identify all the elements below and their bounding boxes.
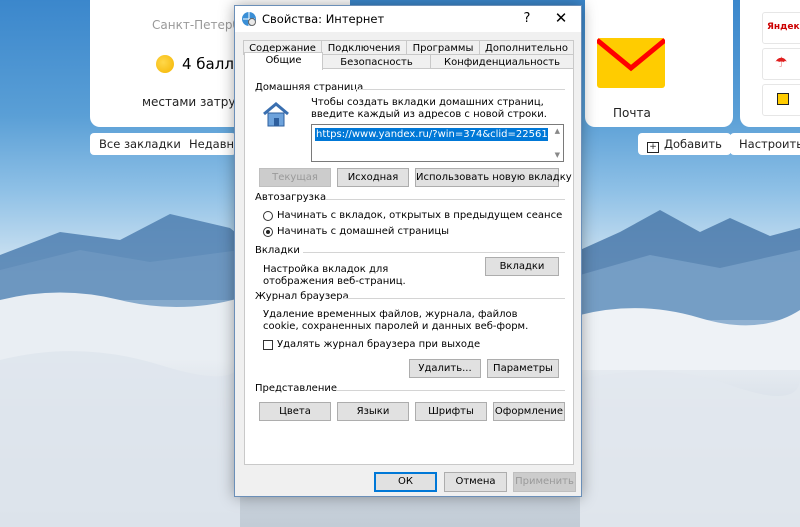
languages-button[interactable]: Языки: [337, 402, 409, 421]
tabs-button[interactable]: Вкладки: [485, 257, 559, 276]
tab-programs[interactable]: Программы: [406, 40, 480, 55]
internet-options-dialog: Свойства: Интернет ? ✕ Содержание Подклю…: [234, 5, 582, 497]
history-group-title: Журнал браузера: [255, 291, 349, 302]
recent-button[interactable]: Недавно: [180, 133, 236, 155]
internet-options-icon: [242, 12, 256, 26]
divider: [325, 199, 565, 200]
history-description: Удаление временных файлов, журнала, файл…: [263, 309, 529, 332]
scroll-up-icon[interactable]: ▲: [555, 127, 560, 135]
delete-history-on-exit-label: Удалять журнал браузера при выходе: [277, 339, 481, 350]
yandex-shortcut[interactable]: Яндекс: [762, 12, 800, 44]
ok-button[interactable]: ОК: [374, 472, 437, 492]
yandex-logo-text: Яндекс: [767, 22, 800, 32]
add-label: Добавить: [664, 137, 722, 151]
accessibility-button[interactable]: Оформление: [493, 402, 565, 421]
cancel-button[interactable]: Отмена: [444, 472, 507, 492]
divider: [353, 89, 565, 90]
dialog-title: Свойства: Интернет: [262, 12, 385, 26]
tab-privacy[interactable]: Конфиденциальность: [430, 54, 574, 69]
divider: [337, 390, 565, 391]
all-bookmarks-button[interactable]: Все закладки: [90, 133, 190, 155]
divider: [343, 298, 565, 299]
umbrella-icon: ☂: [775, 55, 788, 71]
home-page-description: Чтобы создать вкладки домашних страниц, …: [311, 97, 547, 120]
home-page-group-title: Домашняя страница: [255, 82, 364, 93]
home-page-url-field[interactable]: https://www.yandex.ru/?win=374&clid=2256…: [311, 124, 564, 162]
startup-home-page-radio[interactable]: [263, 227, 273, 237]
scroll-down-icon[interactable]: ▼: [555, 151, 560, 159]
startup-group-title: Автозагрузка: [255, 192, 327, 203]
startup-option-1-label: Начинать с вкладок, открытых в предыдуще…: [277, 210, 563, 221]
appearance-group-title: Представление: [255, 383, 338, 394]
startup-option-2-label: Начинать с домашней страницы: [277, 226, 450, 237]
startup-previous-session-radio[interactable]: [263, 211, 273, 221]
tab-advanced[interactable]: Дополнительно: [479, 40, 574, 55]
home-page-url-text: https://www.yandex.ru/?win=374&clid=2256…: [315, 128, 548, 141]
use-new-tab-button[interactable]: Использовать новую вкладку: [415, 168, 572, 187]
dialog-titlebar[interactable]: Свойства: Интернет ? ✕: [235, 6, 581, 32]
tab-general[interactable]: Общие: [244, 52, 323, 70]
add-button[interactable]: + Добавить: [638, 133, 731, 155]
close-button[interactable]: ✕: [553, 9, 569, 27]
tabs-description: Настройка вкладок для отображения веб-ст…: [263, 264, 406, 287]
general-tab-panel: Домашняя страница Чтобы создать вкладки …: [244, 68, 574, 465]
use-default-button[interactable]: Исходная: [337, 168, 409, 187]
history-settings-button[interactable]: Параметры: [487, 359, 559, 378]
home-house-icon: [263, 102, 289, 127]
delete-history-button[interactable]: Удалить...: [409, 359, 481, 378]
mail-label: Почта: [613, 106, 651, 120]
envelope-icon: [597, 38, 665, 88]
divider: [303, 252, 565, 253]
delete-history-on-exit-checkbox[interactable]: [263, 340, 273, 350]
traffic-score-icon: [156, 55, 174, 73]
umbrella-shortcut[interactable]: ☂: [762, 48, 800, 80]
tab-security[interactable]: Безопасность: [322, 54, 431, 69]
tabs-group-title: Вкладки: [255, 245, 300, 256]
apply-button[interactable]: Применить: [513, 472, 576, 492]
square-icon: [777, 93, 789, 105]
use-current-button[interactable]: Текущая: [259, 168, 331, 187]
square-shortcut[interactable]: [762, 84, 800, 116]
mail-tile[interactable]: Почта: [585, 0, 733, 127]
help-button[interactable]: ?: [519, 11, 535, 26]
fonts-button[interactable]: Шрифты: [415, 402, 487, 421]
colors-button[interactable]: Цвета: [259, 402, 331, 421]
tab-connections[interactable]: Подключения: [321, 40, 407, 55]
customize-screen-button[interactable]: Настроить экран: [730, 133, 800, 155]
plus-box-icon: +: [647, 142, 659, 153]
shortcuts-tile[interactable]: Яндекс ☂: [740, 0, 800, 127]
